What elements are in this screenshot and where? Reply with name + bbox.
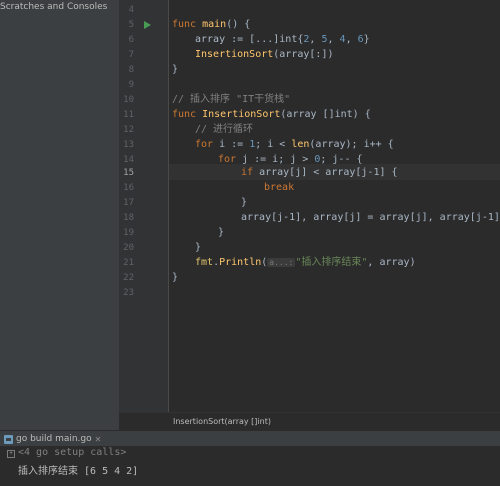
code-line-11: func InsertionSort(array []int) {: [172, 109, 371, 120]
breadcrumb-bar: InsertionSort(array []int): [119, 412, 500, 431]
code-line-17: }: [241, 197, 248, 208]
line-number: 16: [123, 183, 134, 193]
fold-icon[interactable]: +: [7, 450, 15, 458]
run-tool-window-tabs: go build main.go ✕: [0, 430, 500, 447]
line-number: 8: [128, 65, 134, 75]
project-sidebar: Scratches and Consoles: [0, 0, 120, 430]
line-number: 12: [123, 125, 134, 135]
code-line-22: }: [172, 272, 179, 283]
line-number: 7: [128, 50, 134, 60]
line-number: 9: [128, 80, 134, 90]
line-number: 14: [123, 155, 134, 165]
code-line-21: fmt.Println(a...: "插入排序结束", array): [195, 257, 416, 268]
console-setup-calls[interactable]: <4 go setup calls>: [18, 447, 126, 458]
code-line-10: // 插入排序 "IT干货栈": [172, 94, 291, 105]
run-tab-go-build[interactable]: go build main.go ✕: [4, 431, 101, 447]
line-number: 19: [123, 228, 134, 238]
code-line-18: array[j-1], array[j] = array[j], array[j…: [241, 212, 500, 223]
line-number: 10: [123, 95, 134, 105]
code-line-5: func main() {: [172, 19, 251, 30]
scratches-and-consoles-item[interactable]: Scratches and Consoles: [0, 2, 107, 12]
console-output-line: 插入排序结束 [6 5 4 2]: [18, 466, 139, 477]
code-line-8: }: [172, 64, 179, 75]
parameter-hint: a...:: [267, 258, 296, 267]
code-line-13: for i := 1; i < len(array); i++ {: [195, 139, 394, 150]
code-line-19: }: [218, 227, 225, 238]
line-number: 22: [123, 273, 134, 283]
code-line-12: // 进行循环: [195, 124, 254, 135]
line-number: 23: [123, 288, 134, 298]
breadcrumb[interactable]: InsertionSort(array []int): [173, 417, 271, 426]
line-number-active: 15: [123, 168, 134, 178]
line-number: 6: [128, 35, 134, 45]
line-number: 4: [128, 5, 134, 15]
code-line-20: }: [195, 242, 202, 253]
line-number: 18: [123, 213, 134, 223]
line-number: 20: [123, 243, 134, 253]
code-line-6: array := [...]int{2, 5, 4, 6}: [195, 34, 370, 45]
line-number-gutter: 4 5 6 7 8 9 10 11 12 13 14 15 16 17 18 1…: [120, 0, 169, 412]
code-editor[interactable]: func main() { array := [...]int{2, 5, 4,…: [169, 0, 500, 412]
line-number: 21: [123, 258, 134, 268]
code-line-7: InsertionSort(array[:]): [195, 49, 334, 60]
code-line-15: if array[j] < array[j-1] {: [241, 167, 398, 178]
run-icon[interactable]: [144, 21, 151, 29]
go-file-icon: [4, 434, 13, 444]
close-icon[interactable]: ✕: [95, 435, 102, 444]
line-number: 13: [123, 140, 134, 150]
run-tab-label: go build main.go: [16, 434, 92, 444]
run-console[interactable]: + <4 go setup calls> 插入排序结束 [6 5 4 2]: [0, 446, 500, 486]
line-number: 17: [123, 198, 134, 208]
line-number: 5: [128, 20, 134, 30]
code-line-14: for j := i; j > 0; j-- {: [218, 154, 363, 165]
line-number: 11: [123, 110, 134, 120]
code-line-16: break: [264, 182, 295, 193]
